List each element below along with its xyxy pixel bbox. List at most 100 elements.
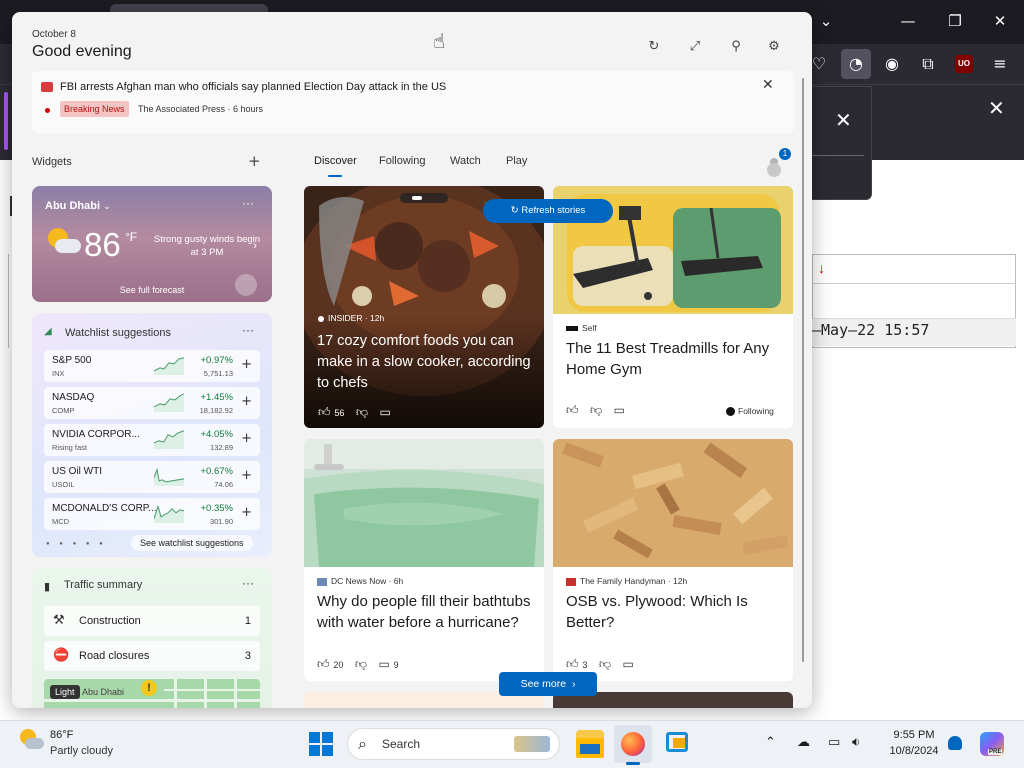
tab-list-icon[interactable]: ⌄ xyxy=(816,12,836,30)
close-icon[interactable]: ✕ xyxy=(988,96,1005,120)
firefox-icon[interactable] xyxy=(619,730,647,758)
traffic-row-road-closures[interactable]: ⛔ Road closures 3 xyxy=(44,641,260,671)
firefox-view-icon[interactable]: ◔ xyxy=(841,49,871,79)
tab-discover[interactable]: Discover xyxy=(314,155,357,167)
dislike-icon[interactable]: 👎︎ xyxy=(599,657,611,671)
card-title[interactable]: 17 cozy comfort foods you can make in a … xyxy=(317,331,533,394)
stock-row[interactable]: NVIDIA CORPOR... Rising fast +4.05% 132.… xyxy=(44,424,260,456)
more-options-icon[interactable]: ··· xyxy=(242,576,254,590)
more-options-icon[interactable]: ··· xyxy=(242,196,254,210)
taskbar-temperature[interactable]: 86°F xyxy=(50,729,73,741)
comment-icon[interactable]: ▭ xyxy=(622,657,633,671)
remote-desktop-icon[interactable] xyxy=(664,730,692,758)
windows-start-icon[interactable] xyxy=(309,732,333,756)
add-to-watchlist-button[interactable]: + xyxy=(241,357,252,372)
more-options-icon[interactable]: ··· xyxy=(242,323,254,337)
news-card[interactable]: DC News Now · 6h Why do people fill thei… xyxy=(304,439,544,681)
stock-row[interactable]: US Oil WTI USOIL +0.67% 74.06 + xyxy=(44,461,260,493)
weather-widget[interactable]: Abu Dhabi ⌄ ··· 86 °F Strong gusty winds… xyxy=(32,186,272,302)
news-card[interactable]: The Family Handyman · 12h OSB vs. Plywoo… xyxy=(553,439,793,681)
dislike-icon[interactable]: 👎︎ xyxy=(590,403,602,417)
gear-icon[interactable]: ⚙ xyxy=(764,37,784,57)
refresh-stories-button[interactable]: ↻ Refresh stories xyxy=(483,199,613,223)
weather-alert[interactable]: Strong gusty winds begin at 3 PM xyxy=(152,233,262,259)
widgets-board: October 8 Good evening ☝ ↻ ⤢ ⚲ ⚙ FBI arr… xyxy=(12,12,812,708)
close-icon[interactable]: ✕ xyxy=(835,108,852,132)
weather-city[interactable]: Abu Dhabi ⌄ xyxy=(45,200,111,212)
show-hidden-icons-icon[interactable]: ⌃ xyxy=(765,735,776,750)
traffic-map[interactable]: Abu Dhabi Light ! xyxy=(44,679,260,708)
minimize-button[interactable]: — xyxy=(898,12,918,30)
like-icon[interactable]: 👍︎ xyxy=(317,657,330,671)
weather-widget-icon[interactable] xyxy=(18,729,44,753)
breaking-news-banner[interactable]: FBI arrests Afghan man who officials say… xyxy=(32,71,794,133)
chevron-right-icon[interactable]: › xyxy=(253,238,257,252)
like-icon[interactable]: 👍︎ xyxy=(566,657,579,671)
taskbar-clock-time[interactable]: 9:55 PM xyxy=(884,729,944,741)
scrollbar[interactable] xyxy=(802,78,804,662)
comment-icon[interactable]: ▭ xyxy=(614,403,625,417)
stock-row[interactable]: S&P 500 INX +0.97% 5,751.13 + xyxy=(44,350,260,382)
account-icon[interactable]: ◉ xyxy=(881,53,903,75)
tab-watch[interactable]: Watch xyxy=(450,155,481,167)
comment-icon[interactable]: ▭ xyxy=(379,405,390,419)
card-title[interactable]: Why do people fill their bathtubs with w… xyxy=(317,591,539,633)
breaking-headline[interactable]: FBI arrests Afghan man who officials say… xyxy=(60,81,446,93)
like-count: 20 xyxy=(333,660,344,670)
profile-avatar[interactable] xyxy=(767,163,781,177)
dislike-icon[interactable]: 👎︎ xyxy=(356,405,368,419)
comment-icon[interactable]: ▭ xyxy=(378,657,389,671)
volume-icon[interactable]: 🔉︎ xyxy=(852,735,860,750)
warning-icon[interactable]: ! xyxy=(141,680,157,696)
network-disconnected-icon[interactable]: ☁ xyxy=(797,735,810,750)
dislike-icon[interactable]: 👎︎ xyxy=(355,657,367,671)
tab-play[interactable]: Play xyxy=(506,155,527,167)
file-explorer-icon[interactable] xyxy=(576,730,604,758)
see-watchlist-suggestions-button[interactable]: See watchlist suggestions xyxy=(131,535,253,551)
stock-row[interactable]: NASDAQ COMP +1.45% 18,182.92 + xyxy=(44,387,260,419)
see-full-forecast-link[interactable]: See full forecast xyxy=(32,285,272,295)
notification-bell-icon[interactable] xyxy=(948,736,962,750)
add-to-watchlist-button[interactable]: + xyxy=(241,468,252,483)
breaking-source: The Associated Press · 6 hours xyxy=(138,104,264,114)
menu-icon[interactable]: ≡ xyxy=(989,53,1011,75)
see-more-button[interactable]: See more › xyxy=(499,672,597,696)
stock-name: MCDONALD'S CORP... xyxy=(52,503,157,514)
taskbar-search[interactable]: ⌕ Search xyxy=(347,728,560,760)
active-app-indicator xyxy=(626,762,640,765)
sparkline-chart xyxy=(154,430,184,449)
pagination-dots[interactable]: ● ● ● ● ● xyxy=(46,541,107,547)
ublock-icon[interactable]: UO xyxy=(955,55,973,73)
pin-icon[interactable]: ⚲ xyxy=(726,37,746,57)
tab-following[interactable]: Following xyxy=(379,155,425,167)
expand-icon[interactable]: ⤢ xyxy=(685,37,705,57)
card-title[interactable]: The 11 Best Treadmills for Any Home Gym xyxy=(566,338,782,380)
taskbar-condition[interactable]: Partly cloudy xyxy=(50,745,113,757)
add-widget-button[interactable]: + xyxy=(248,152,261,170)
live-dot xyxy=(45,108,50,113)
card-source: INSIDER · 12h xyxy=(318,313,384,323)
stock-symbol: MCD xyxy=(52,517,70,526)
close-icon[interactable]: ✕ xyxy=(762,77,774,93)
browser-popup-panel xyxy=(805,86,872,200)
like-icon[interactable]: 👍︎ xyxy=(318,405,331,419)
refresh-icon[interactable]: ↻ xyxy=(644,37,664,57)
add-to-watchlist-button[interactable]: + xyxy=(241,431,252,446)
watchlist-title[interactable]: Watchlist suggestions xyxy=(65,327,171,339)
maximize-button[interactable]: ❐ xyxy=(945,12,965,30)
add-to-watchlist-button[interactable]: + xyxy=(241,394,252,409)
traffic-title[interactable]: Traffic summary xyxy=(64,579,142,591)
like-count: 3 xyxy=(582,660,588,670)
add-to-watchlist-button[interactable]: + xyxy=(241,505,252,520)
extensions-icon[interactable]: ⧉ xyxy=(917,53,939,75)
following-status[interactable]: Following xyxy=(726,406,774,417)
card-title[interactable]: OSB vs. Plywood: Which Is Better? xyxy=(566,591,782,633)
stock-row[interactable]: MCDONALD'S CORP... MCD +0.35% 301.90 + xyxy=(44,498,260,530)
stock-change: +4.05% xyxy=(200,429,234,440)
sort-arrow-icon[interactable]: ↓ xyxy=(818,260,825,276)
display-icon[interactable]: ▭ xyxy=(828,735,840,750)
like-icon[interactable]: 👍︎ xyxy=(566,403,579,417)
close-button[interactable]: ✕ xyxy=(990,12,1010,30)
taskbar-clock-date[interactable]: 10/8/2024 xyxy=(884,745,944,757)
traffic-row-construction[interactable]: ⚒ Construction 1 xyxy=(44,606,260,636)
